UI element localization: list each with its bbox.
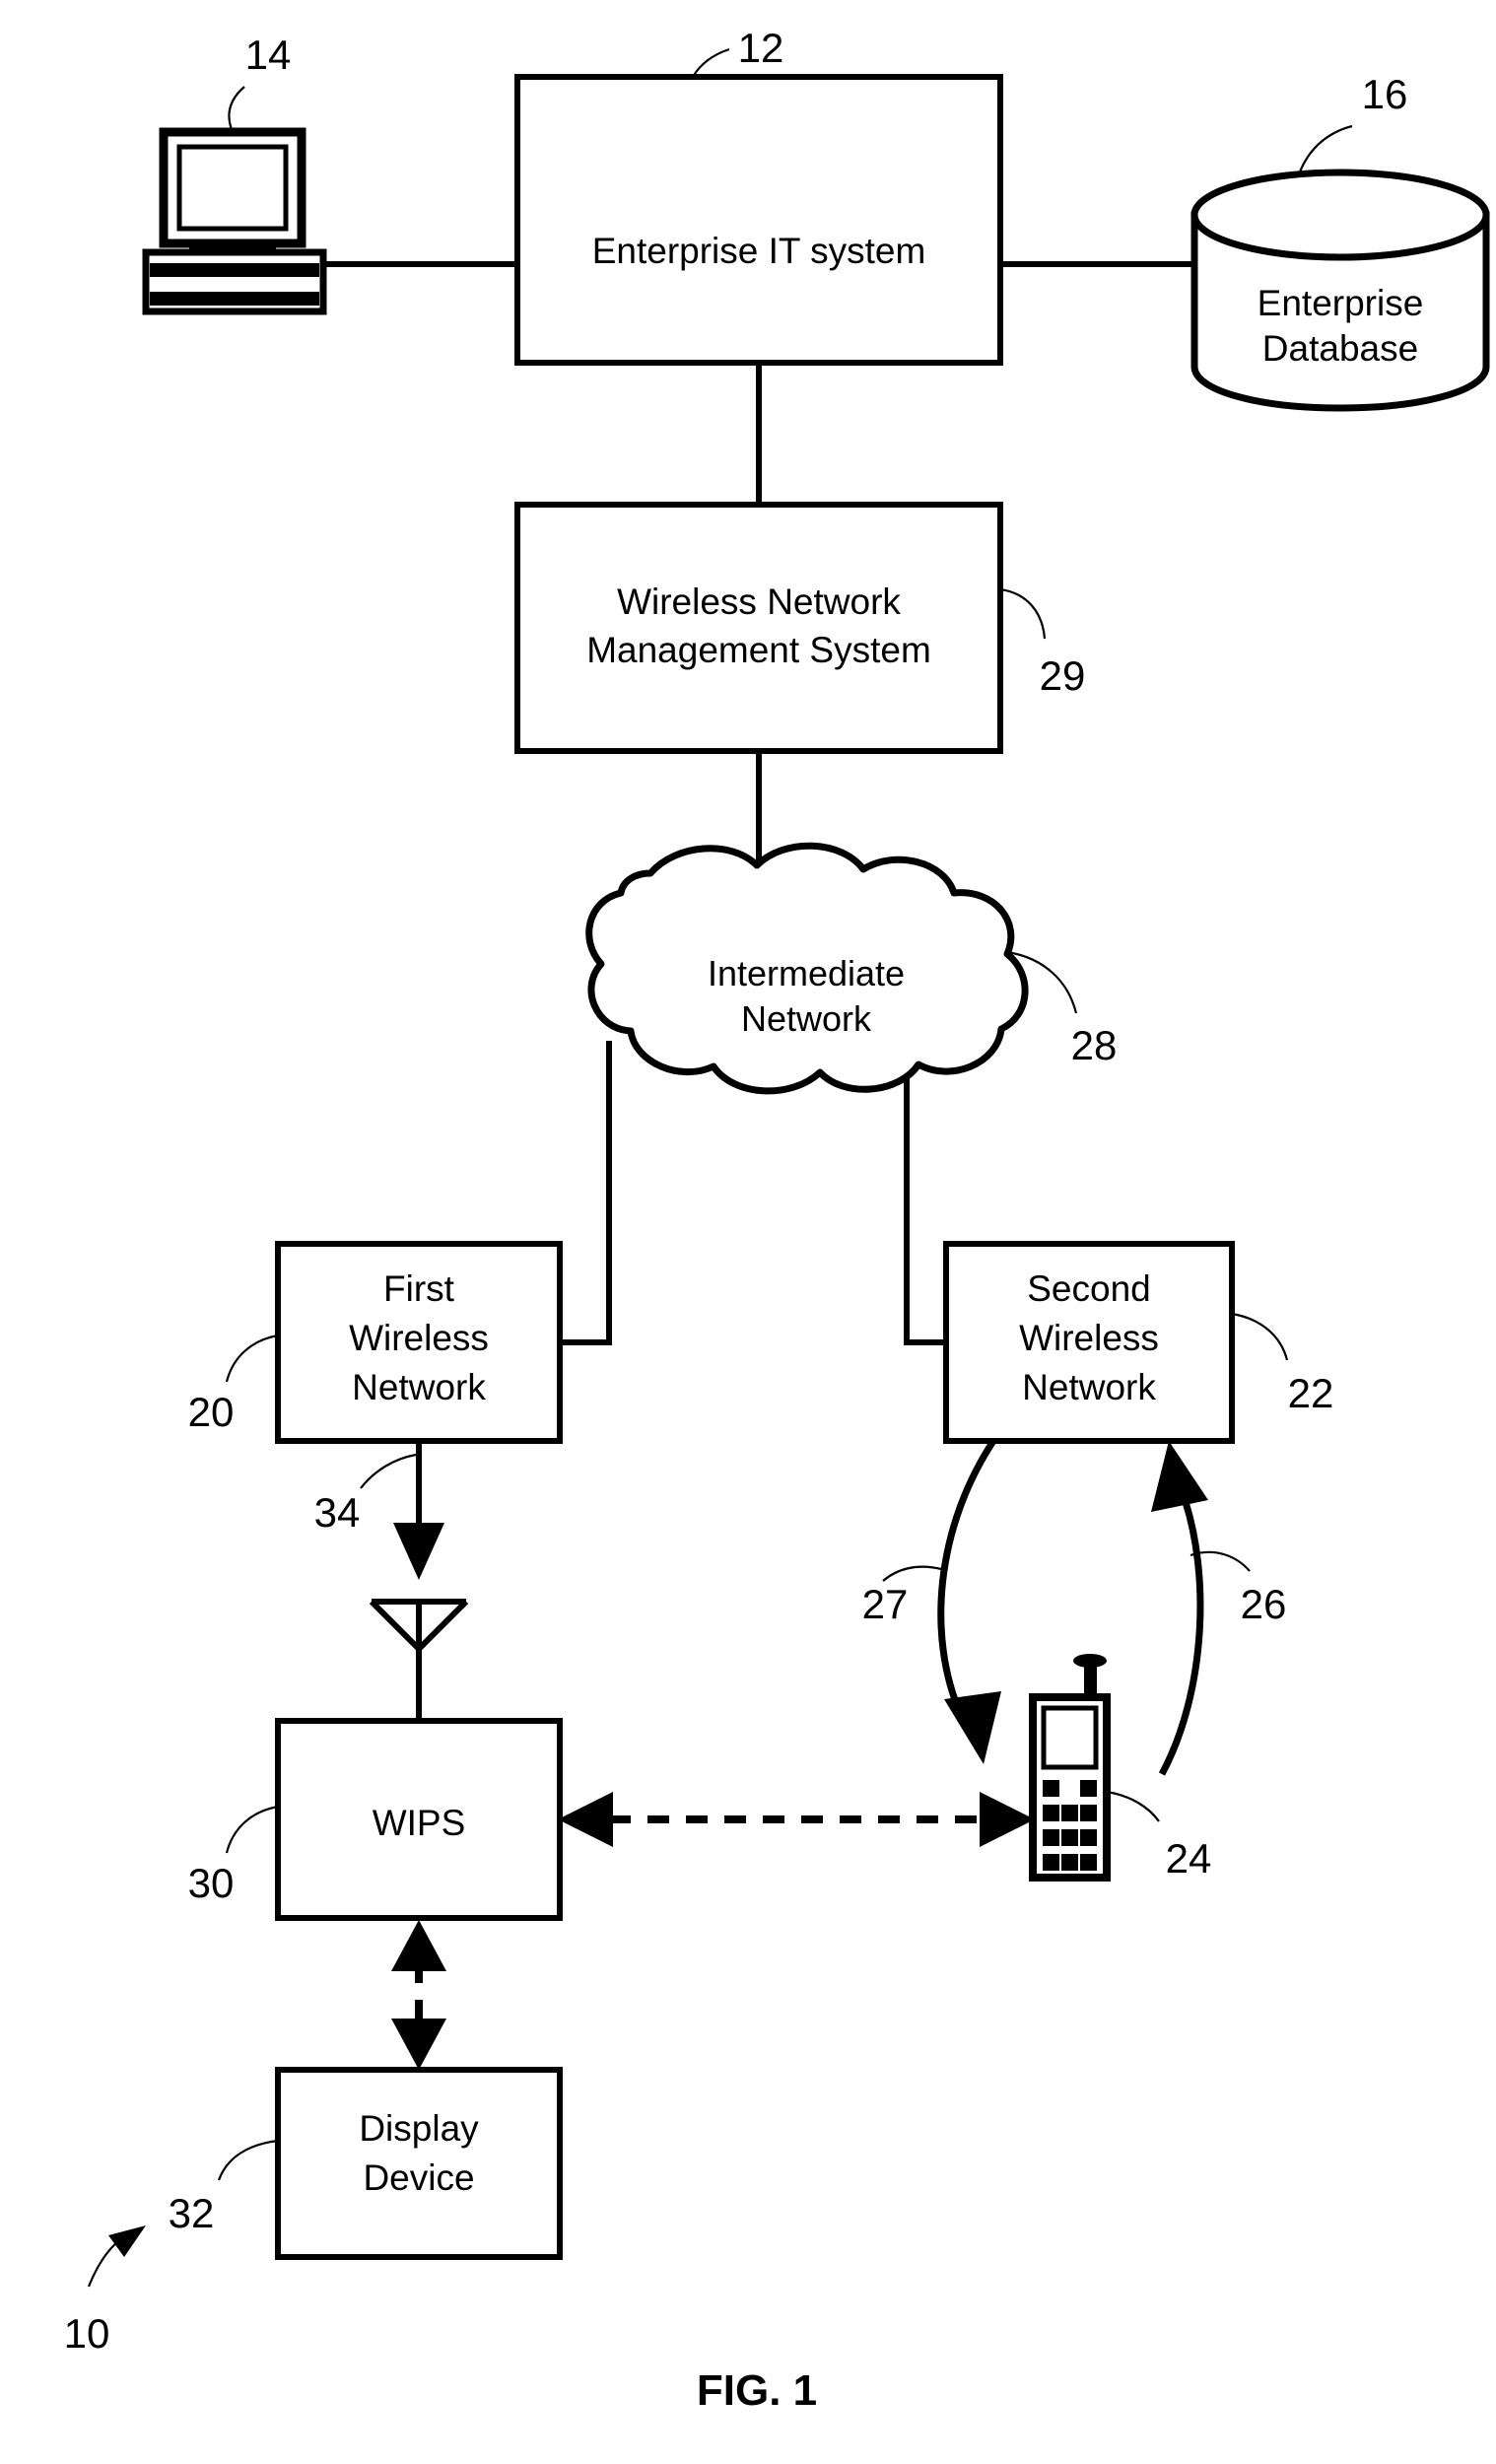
enterprise-it-system-label: Enterprise IT system <box>592 231 926 271</box>
database-label-line2: Database <box>1262 328 1418 369</box>
connector-intermediate-network-to-first-wireless-network <box>562 1041 612 1345</box>
leader-link-27 <box>882 1565 942 1582</box>
ref-number-26: 26 <box>1241 1581 1287 1627</box>
ref-number-14: 14 <box>245 32 292 78</box>
mobile-phone-icon <box>1029 1654 1111 1882</box>
desktop-computer-icon <box>142 127 327 315</box>
ref-number-32: 32 <box>169 2190 215 2236</box>
link-mobile-to-second-network <box>1151 1441 1208 1776</box>
second-wireless-network-label-line2: Wireless <box>1019 1318 1159 1358</box>
intermediate-network-label-line2: Network <box>741 998 872 1039</box>
second-wireless-network-label-line1: Second <box>1027 1268 1151 1309</box>
display-device-label-line2: Device <box>363 2157 474 2198</box>
patent-figure-1: Enterprise IT system 12 14 Enterprise Da… <box>0 0 1496 2464</box>
overall-system-reference: 10 <box>64 2225 146 2357</box>
wips-to-display-dashed-link <box>391 1920 446 2070</box>
ref-number-16: 16 <box>1362 71 1408 117</box>
leader-enterprise-it-system <box>692 47 730 78</box>
link-first-network-to-antenna <box>393 1441 444 1580</box>
display-device-label-line1: Display <box>359 2108 479 2149</box>
wnms-label-line2: Management System <box>586 630 931 670</box>
ref-number-34: 34 <box>314 1489 361 1536</box>
database-label-line1: Enterprise <box>1258 283 1424 323</box>
ref-number-20: 20 <box>188 1389 235 1435</box>
leader-second-wireless-network <box>1231 1312 1289 1361</box>
link-second-network-to-mobile <box>937 1439 1001 1764</box>
leader-first-wireless-network <box>225 1334 279 1383</box>
first-wireless-network-label-line3: Network <box>352 1367 486 1407</box>
intermediate-network-label-line1: Intermediate <box>708 953 905 993</box>
enterprise-it-system-box <box>514 74 1003 366</box>
leader-mobile-station <box>1106 1790 1160 1822</box>
leader-link-34 <box>360 1453 417 1489</box>
wips-label: WIPS <box>373 1803 466 1843</box>
leader-workstation <box>228 86 245 133</box>
ref-number-12: 12 <box>738 25 784 71</box>
leader-wnms <box>999 587 1047 640</box>
diagram-canvas: Enterprise IT system 12 14 Enterprise Da… <box>64 25 1490 2415</box>
ref-number-29: 29 <box>1040 652 1086 699</box>
wips-to-mobile-dashed-link <box>558 1792 1035 1847</box>
wireless-network-management-system-box <box>514 502 1003 754</box>
figure-caption: FIG. 1 <box>697 2366 817 2415</box>
wnms-label-line1: Wireless Network <box>617 582 901 622</box>
first-wireless-network-label-line2: Wireless <box>349 1318 489 1358</box>
leader-database <box>1297 124 1353 175</box>
ref-number-10: 10 <box>64 2310 110 2357</box>
second-wireless-network-label-line3: Network <box>1022 1367 1156 1407</box>
ref-number-22: 22 <box>1288 1370 1334 1416</box>
ref-number-30: 30 <box>188 1860 235 1906</box>
leader-display-device <box>217 2139 279 2181</box>
ref-number-27: 27 <box>862 1581 909 1627</box>
antenna-icon <box>369 1599 469 1721</box>
ref-number-24: 24 <box>1166 1835 1212 1882</box>
first-wireless-network-label-line1: First <box>383 1268 455 1309</box>
leader-wips <box>225 1805 279 1854</box>
ref-number-28: 28 <box>1071 1022 1118 1068</box>
